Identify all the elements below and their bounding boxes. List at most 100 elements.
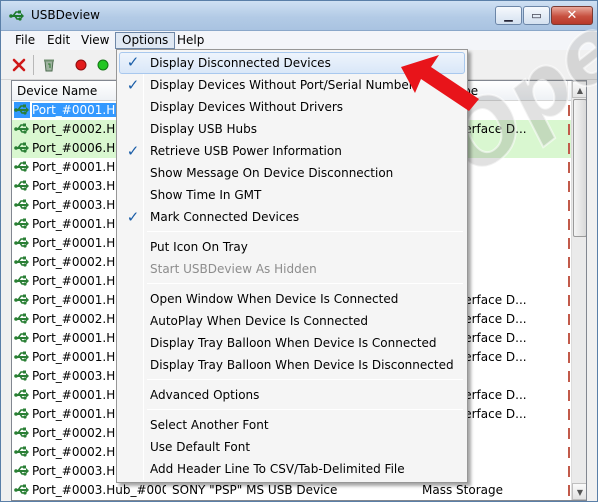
menu-item-display-devices-without-port-serial-number[interactable]: ✓ Display Devices Without Port/Serial Num… (119, 74, 465, 96)
menu-item-put-icon-on-tray[interactable]: Put Icon On Tray (119, 236, 465, 258)
column-edge-mark (568, 447, 570, 458)
window-title: USBDeview (31, 8, 100, 22)
minimize-button[interactable]: ▁ (495, 6, 522, 25)
usb-device-icon (14, 387, 30, 403)
scroll-up-icon[interactable]: ▲ (572, 81, 586, 98)
menu-item-advanced-options[interactable]: Advanced Options (119, 384, 465, 406)
menu-item-label: Display Disconnected Devices (150, 56, 331, 70)
scrollbar-thumb[interactable] (573, 99, 586, 237)
menu-item-retrieve-usb-power-information[interactable]: ✓ Retrieve USB Power Information (119, 140, 465, 162)
menu-item-use-default-font[interactable]: Use Default Font (119, 436, 465, 458)
menu-item-label: Start USBDeview As Hidden (150, 262, 317, 276)
checkmark-icon: ✓ (126, 208, 140, 226)
menu-options[interactable]: Options (115, 32, 176, 49)
menu-item-label: Use Default Font (150, 440, 251, 454)
checkmark-icon: ✓ (126, 53, 140, 71)
menu-item-label: Show Message On Device Disconnection (150, 166, 394, 180)
maximize-button[interactable]: ▭ (523, 6, 550, 25)
app-window: USBDeview ▁ ▭ ✕ File Edit View Options H… (0, 0, 598, 502)
menu-item-autoplay-when-device-is-connected[interactable]: AutoPlay When Device Is Connected (119, 310, 465, 332)
column-edge-mark (568, 105, 570, 116)
menu-item-label: Display USB Hubs (150, 122, 257, 136)
menu-item-label: Display Tray Balloon When Device Is Disc… (150, 358, 454, 372)
column-edge-mark (568, 238, 570, 249)
vertical-scrollbar[interactable]: ▲ ▼ (571, 81, 586, 500)
menu-item-open-window-when-device-is-connected[interactable]: Open Window When Device Is Connected (119, 288, 465, 310)
menu-item-label: Display Devices Without Port/Serial Numb… (150, 78, 414, 92)
menu-separator (147, 409, 463, 410)
menu-item-display-devices-without-drivers[interactable]: Display Devices Without Drivers (119, 96, 465, 118)
device-type-cell: Mass Storage (422, 483, 503, 497)
usb-device-icon (14, 349, 30, 365)
menu-item-label: Advanced Options (150, 388, 260, 402)
checkmark-icon: ✓ (126, 142, 140, 160)
column-edge-mark (568, 124, 570, 135)
column-edge-mark (568, 257, 570, 268)
menu-edit[interactable]: Edit (41, 32, 76, 49)
usb-device-icon (14, 273, 30, 289)
menu-separator (147, 231, 463, 232)
menu-item-add-header-line-to-csv-tab-delimited-file[interactable]: Add Header Line To CSV/Tab-Delimited Fil… (119, 458, 465, 480)
column-edge-mark (568, 390, 570, 401)
column-edge-mark (568, 466, 570, 477)
menu-item-display-tray-balloon-when-device-is-disconnected[interactable]: Display Tray Balloon When Device Is Disc… (119, 354, 465, 376)
green-dot-icon[interactable] (95, 57, 111, 73)
usb-device-icon (14, 159, 30, 175)
menu-item-display-tray-balloon-when-device-is-connected[interactable]: Display Tray Balloon When Device Is Conn… (119, 332, 465, 354)
menu-help[interactable]: Help (171, 32, 210, 49)
menu-file[interactable]: File (9, 32, 41, 49)
usb-device-icon (14, 216, 30, 232)
menu-item-start-usbdeview-as-hidden: Start USBDeview As Hidden (119, 258, 465, 280)
menu-item-label: Put Icon On Tray (150, 240, 248, 254)
close-icon: ✕ (566, 8, 578, 23)
menu-item-display-usb-hubs[interactable]: Display USB Hubs (119, 118, 465, 140)
usb-device-icon (14, 102, 30, 118)
column-edge-mark (568, 409, 570, 420)
menu-item-show-time-in-gmt[interactable]: Show Time In GMT (119, 184, 465, 206)
usb-device-icon (14, 444, 30, 460)
usb-device-icon (14, 425, 30, 441)
menu-view[interactable]: View (75, 32, 115, 49)
usb-device-icon (14, 178, 30, 194)
scroll-down-icon[interactable]: ▼ (572, 483, 586, 500)
menu-item-label: Mark Connected Devices (150, 210, 300, 224)
menu-item-label: AutoPlay When Device Is Connected (150, 314, 369, 328)
device-name-cell: Port_#0003.Hub_#0005 (14, 481, 166, 500)
close-window-button[interactable]: ✕ (551, 6, 593, 25)
menu-separator (147, 379, 463, 380)
menu-bar: File Edit View Options Help (1, 31, 597, 50)
toolbar-separator (33, 55, 34, 75)
column-edge-mark (568, 276, 570, 287)
usb-device-icon (14, 311, 30, 327)
column-edge-mark (568, 314, 570, 325)
description-cell: SONY "PSP" MS USB Device (172, 483, 338, 497)
menu-item-label: Display Tray Balloon When Device Is Conn… (150, 336, 437, 350)
column-edge-mark (568, 295, 570, 306)
usb-device-icon (14, 140, 30, 156)
menu-item-label: Open Window When Device Is Connected (150, 292, 399, 306)
table-row[interactable]: Port_#0003.Hub_#0005 SONY "PSP" MS USB De… (12, 481, 572, 500)
red-dot-icon[interactable] (73, 57, 89, 73)
column-edge-mark (568, 181, 570, 192)
usb-device-icon (14, 235, 30, 251)
usb-device-icon (14, 254, 30, 270)
usb-device-icon (14, 406, 30, 422)
usb-device-icon (14, 482, 30, 498)
usb-device-icon (14, 292, 30, 308)
usb-device-icon (14, 121, 30, 137)
recycle-bin-icon[interactable] (41, 57, 57, 73)
menu-item-label: Display Devices Without Drivers (150, 100, 344, 114)
close-x-icon[interactable] (11, 57, 27, 73)
menu-item-select-another-font[interactable]: Select Another Font (119, 414, 465, 436)
options-menu-dropdown: ✓ Display Disconnected Devices ✓ Display De… (116, 49, 468, 483)
menu-item-label: Retrieve USB Power Information (150, 144, 342, 158)
device-name-text: Port_#0003.Hub_#0005 (32, 483, 166, 497)
menu-item-label: Show Time In GMT (150, 188, 262, 202)
column-edge-mark (568, 485, 570, 496)
title-bar[interactable]: USBDeview ▁ ▭ ✕ (1, 1, 597, 31)
column-edge-mark (568, 200, 570, 211)
menu-item-display-disconnected-devices[interactable]: ✓ Display Disconnected Devices (119, 52, 465, 74)
menu-separator (147, 283, 463, 284)
menu-item-show-message-on-device-disconnection[interactable]: Show Message On Device Disconnection (119, 162, 465, 184)
menu-item-mark-connected-devices[interactable]: ✓ Mark Connected Devices (119, 206, 465, 228)
